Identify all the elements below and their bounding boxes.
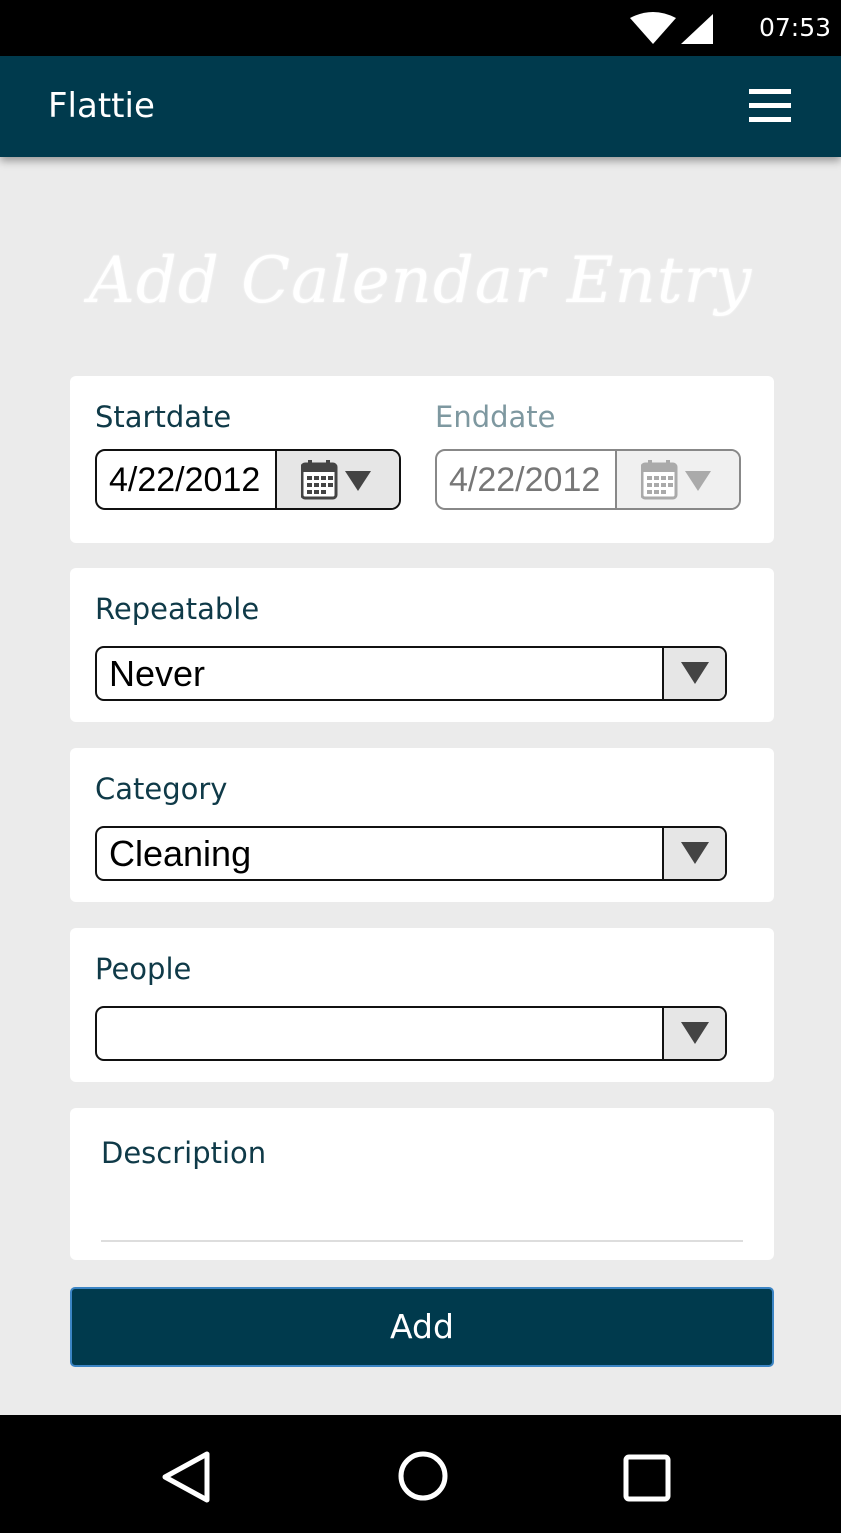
category-value: Cleaning	[109, 833, 252, 874]
menu-icon[interactable]	[746, 86, 794, 126]
page-title: Add Calendar Entry	[88, 244, 753, 318]
enddate-value: 4/22/2012	[449, 461, 601, 499]
back-icon[interactable]	[160, 1450, 212, 1504]
startdate-value: 4/22/2012	[109, 461, 261, 499]
chevron-down-icon	[681, 1022, 709, 1044]
status-time: 07:53	[758, 13, 831, 42]
repeatable-label: Repeatable	[95, 592, 260, 626]
app-bar: Flattie	[0, 56, 841, 157]
chevron-down-icon	[681, 662, 709, 684]
calendar-icon	[301, 460, 371, 500]
startdate-picker-button[interactable]	[275, 451, 399, 508]
navigation-bar	[0, 1415, 841, 1533]
enddate-picker-button	[615, 451, 739, 508]
enddate-label: Enddate	[435, 400, 556, 434]
add-button[interactable]: Add	[70, 1287, 774, 1367]
recents-icon[interactable]	[623, 1454, 671, 1502]
description-label: Description	[101, 1136, 267, 1170]
category-label: Category	[95, 772, 228, 806]
people-card: People	[70, 928, 774, 1082]
repeatable-card: Repeatable Never	[70, 568, 774, 722]
repeatable-select[interactable]: Never	[95, 646, 727, 701]
repeatable-dropdown-button[interactable]	[662, 648, 725, 699]
calendar-icon	[641, 460, 711, 500]
enddate-input: 4/22/2012	[435, 449, 741, 510]
description-card: Description	[70, 1108, 774, 1260]
category-select[interactable]: Cleaning	[95, 826, 727, 881]
repeatable-value: Never	[109, 653, 206, 694]
app-title: Flattie	[48, 86, 155, 126]
category-card: Category Cleaning	[70, 748, 774, 902]
people-label: People	[95, 952, 192, 986]
chevron-down-icon	[681, 842, 709, 864]
people-dropdown-button[interactable]	[662, 1008, 725, 1059]
category-dropdown-button[interactable]	[662, 828, 725, 879]
home-icon[interactable]	[397, 1450, 449, 1502]
signal-icon	[681, 14, 713, 44]
status-bar: 07:53	[0, 0, 841, 56]
startdate-input[interactable]: 4/22/2012	[95, 449, 401, 510]
description-input[interactable]	[101, 1178, 743, 1240]
wifi-icon	[630, 12, 676, 44]
startdate-label: Startdate	[95, 400, 232, 434]
dates-card: Startdate Enddate 4/22/2012 4/22/2012	[70, 376, 774, 543]
people-select[interactable]	[95, 1006, 727, 1061]
description-underline	[101, 1240, 743, 1242]
